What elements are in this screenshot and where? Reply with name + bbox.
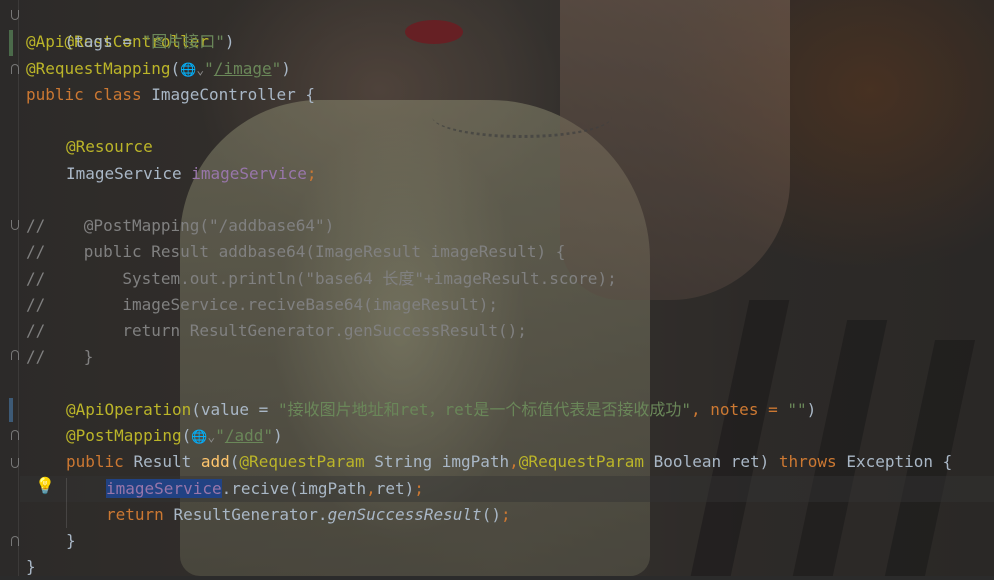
code-token: String imgPath <box>364 452 510 471</box>
code-token: ; <box>414 479 424 498</box>
string-literal: "图片接口" <box>141 32 225 51</box>
code-line-18[interactable]: public Result add(@RequestParam String i… <box>66 449 952 475</box>
code-token: " <box>271 59 282 78</box>
code-line-3[interactable]: @RequestMapping(🌐⌄"/image") <box>26 56 291 82</box>
annotation-api[interactable]: @Api <box>26 32 65 51</box>
url-link[interactable]: /image <box>214 59 272 78</box>
intention-bulb-icon[interactable]: 💡 <box>35 476 55 495</box>
code-token: .recive(imgPath <box>221 479 367 498</box>
comment-line[interactable]: // @PostMapping("/addbase64") <box>26 213 334 239</box>
url-link[interactable]: /add <box>225 426 264 445</box>
code-token: (tags = <box>64 32 142 51</box>
comment-line[interactable]: // } <box>26 344 93 370</box>
code-token: ) <box>806 400 817 419</box>
code-line-16[interactable]: @ApiOperation(value = "接收图片地址和ret，ret是一个… <box>66 397 816 423</box>
code-line-4[interactable]: public class ImageController { <box>26 82 315 108</box>
code-editor[interactable]: 💡 @RestController @Api(tags = "图片接口") @R… <box>0 0 994 576</box>
code-token: ; <box>306 164 317 183</box>
change-marker[interactable] <box>9 30 13 56</box>
comment-line[interactable]: // return ResultGenerator.genSuccessResu… <box>26 318 527 344</box>
annotation-post-mapping[interactable]: @PostMapping <box>66 426 182 445</box>
comment-line[interactable]: // imageService.reciveBase64(imageResult… <box>26 292 498 318</box>
code-token: , notes = <box>691 400 788 419</box>
globe-icon[interactable]: 🌐 <box>180 63 196 78</box>
chevron-down-icon[interactable]: ⌄ <box>196 63 204 78</box>
annotation-request-param[interactable]: @RequestParam <box>519 452 644 471</box>
field-name[interactable]: imageService <box>191 164 307 183</box>
class-name[interactable]: ResultGenerator. <box>173 505 327 524</box>
code-token: } <box>26 557 36 576</box>
fold-marker-icon[interactable] <box>11 458 19 468</box>
code-token: , <box>366 479 376 498</box>
gutter-separator <box>18 0 19 576</box>
fold-marker-icon[interactable] <box>11 10 19 20</box>
fold-marker-icon[interactable] <box>11 350 19 360</box>
code-token: ret) <box>375 479 415 498</box>
string-literal: "接收图片地址和ret，ret是一个标值代表是否接收成功" <box>277 400 692 419</box>
fold-marker-icon[interactable] <box>11 220 19 230</box>
code-line-2[interactable]: @Api(tags = "图片接口") <box>26 29 235 55</box>
code-token: Exception { <box>836 452 953 471</box>
code-line-21[interactable]: } <box>66 528 76 554</box>
code-token: ( <box>229 452 240 471</box>
code-token: ) <box>273 426 283 445</box>
type-name[interactable]: Result <box>133 452 200 471</box>
annotation-request-param[interactable]: @RequestParam <box>239 452 364 471</box>
annotation-resource[interactable]: @Resource <box>66 137 153 156</box>
annotation-request-mapping[interactable]: @RequestMapping <box>26 59 171 78</box>
code-token: (value = <box>191 400 278 419</box>
fold-marker-icon[interactable] <box>11 536 19 546</box>
code-token: " <box>215 426 225 445</box>
method-name[interactable]: add <box>201 452 230 471</box>
code-token: " <box>204 59 214 78</box>
class-name[interactable]: ImageController { <box>151 85 315 104</box>
keyword: return <box>106 505 174 524</box>
code-line-19[interactable]: imageService.recive(imgPath,ret); <box>106 476 424 502</box>
globe-icon[interactable]: 🌐 <box>191 430 207 445</box>
code-token: ; <box>500 505 511 524</box>
code-token: " <box>263 426 274 445</box>
code-line-7[interactable]: ImageService imageService; <box>66 161 316 187</box>
code-line-6[interactable]: @Resource <box>66 134 153 160</box>
code-line-22[interactable]: } <box>26 554 36 580</box>
string-literal: "" <box>787 400 807 419</box>
code-token: ) <box>224 32 235 51</box>
comment-line[interactable]: // System.out.println("base64 长度"+imageR… <box>26 266 617 292</box>
fold-marker-icon[interactable] <box>11 64 19 74</box>
comment-line[interactable]: // public Result addbase64(ImageResult i… <box>26 239 565 265</box>
code-token: } <box>66 531 76 550</box>
fold-marker-icon[interactable] <box>11 430 19 440</box>
code-line-1[interactable]: @RestController <box>26 3 210 51</box>
code-token: Boolean ret) <box>644 452 779 471</box>
code-token: , <box>509 452 519 471</box>
keyword: throws <box>778 452 837 471</box>
code-line-20[interactable]: return ResultGenerator.genSuccessResult(… <box>106 502 511 528</box>
keyword: public <box>66 452 134 471</box>
code-line-17[interactable]: @PostMapping(🌐⌄"/add") <box>66 423 283 449</box>
selected-field-name[interactable]: imageService <box>106 479 222 498</box>
code-token: () <box>481 505 501 524</box>
change-marker[interactable] <box>9 398 13 422</box>
code-token: ( <box>170 59 181 78</box>
indent-guide <box>66 478 67 528</box>
type-name[interactable]: ImageService <box>66 164 191 183</box>
static-method-name[interactable]: genSuccessResult <box>328 505 482 524</box>
annotation-api-operation[interactable]: @ApiOperation <box>66 400 191 419</box>
code-token: ( <box>181 426 192 445</box>
keyword: public class <box>26 85 152 104</box>
code-token: ) <box>281 59 291 78</box>
